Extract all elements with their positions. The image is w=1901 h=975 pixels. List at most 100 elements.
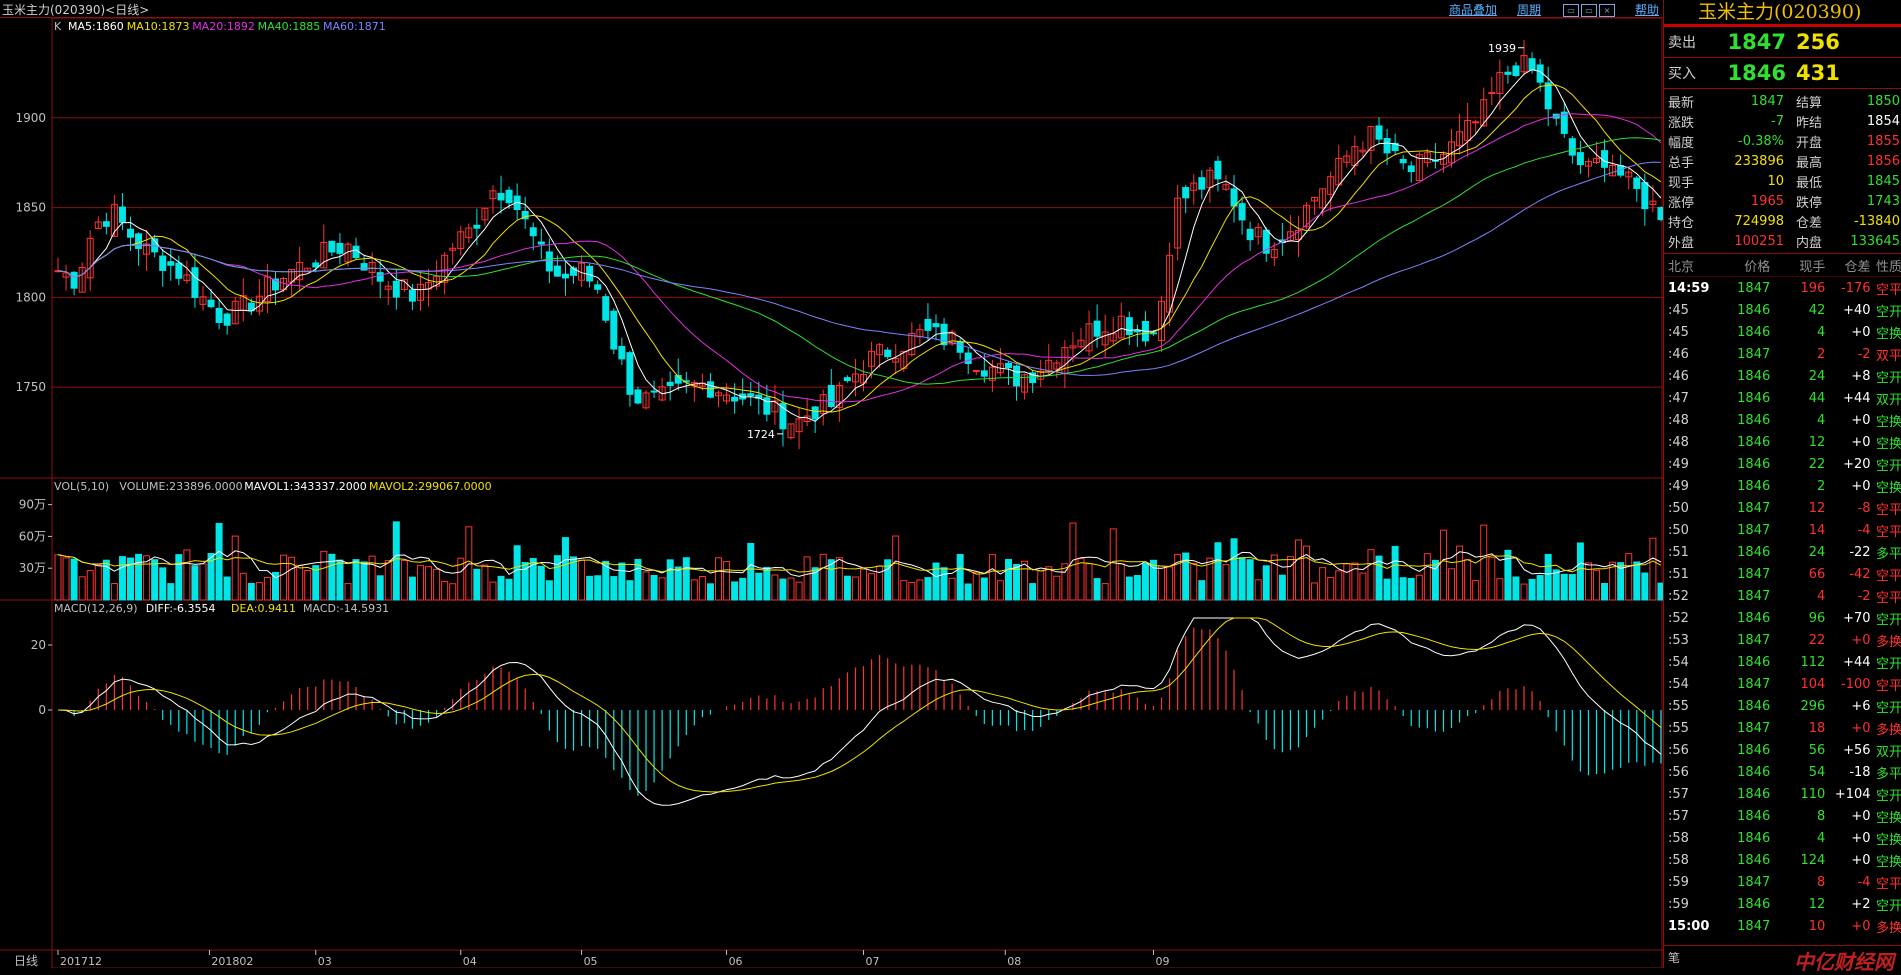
tick-volume: 18 bbox=[1808, 720, 1826, 736]
tick-oi-change: +0 bbox=[1851, 918, 1871, 934]
tick-row[interactable]: :54 1846 112 +44 空开 bbox=[1664, 651, 1901, 673]
macd-y-tick: 20 bbox=[31, 638, 46, 652]
candle bbox=[336, 233, 344, 265]
tick-row[interactable]: :50 1847 12 -8 空平 bbox=[1664, 497, 1901, 519]
tick-row[interactable]: :48 1846 12 +0 空换 bbox=[1664, 431, 1901, 453]
close-icon[interactable]: × bbox=[1598, 4, 1615, 17]
tick-time: :52 bbox=[1668, 610, 1689, 626]
help-link[interactable]: 帮助 bbox=[1635, 1, 1659, 18]
candle bbox=[1004, 360, 1012, 386]
candle-body bbox=[392, 280, 400, 298]
commodity-overlay-link[interactable]: 商品叠加 bbox=[1449, 1, 1497, 18]
candle-body bbox=[191, 267, 199, 298]
candle bbox=[1214, 156, 1222, 192]
candle bbox=[271, 271, 279, 305]
stat-value: 1856 bbox=[1866, 153, 1900, 169]
tick-oi-change: -176 bbox=[1841, 280, 1871, 296]
candle-body bbox=[634, 389, 642, 404]
tick-row[interactable]: :58 1846 124 +0 空换 bbox=[1664, 849, 1901, 871]
tick-oi-change: +44 bbox=[1843, 390, 1871, 406]
candle bbox=[384, 280, 392, 306]
candle-body bbox=[884, 349, 892, 358]
tick-volume: 110 bbox=[1800, 786, 1826, 802]
tick-row[interactable]: :52 1847 4 -2 空平 bbox=[1664, 585, 1901, 607]
tick-row[interactable]: :54 1847 104 -100 空平 bbox=[1664, 673, 1901, 695]
volume-bar bbox=[868, 573, 876, 601]
candle bbox=[183, 260, 191, 284]
tick-row[interactable]: :49 1846 2 +0 空换 bbox=[1664, 475, 1901, 497]
tick-nature: 空开 bbox=[1876, 788, 1901, 804]
maximize-icon[interactable]: ▭ bbox=[1580, 4, 1597, 17]
tick-row[interactable]: :46 1846 24 +8 空开 bbox=[1664, 365, 1901, 387]
candle bbox=[352, 237, 360, 260]
tick-time: :47 bbox=[1668, 390, 1689, 406]
tick-nature: 空开 bbox=[1876, 304, 1901, 320]
tick-oi-change: +8 bbox=[1851, 368, 1871, 384]
candle-body bbox=[1246, 228, 1254, 241]
tick-time: :51 bbox=[1668, 566, 1689, 582]
tick-row[interactable]: :57 1846 110 +104 空开 bbox=[1664, 783, 1901, 805]
tick-row[interactable]: :46 1847 2 -2 双平 bbox=[1664, 343, 1901, 365]
volume-bar bbox=[1141, 562, 1149, 601]
candle bbox=[916, 324, 924, 345]
tick-row[interactable]: :51 1847 66 -42 空平 bbox=[1664, 563, 1901, 585]
candle bbox=[819, 389, 827, 426]
tick-row[interactable]: :49 1846 22 +20 空开 bbox=[1664, 453, 1901, 475]
volume-bar bbox=[1190, 562, 1198, 601]
candle bbox=[126, 216, 134, 251]
candle-body bbox=[1013, 365, 1021, 387]
candle bbox=[529, 222, 537, 251]
volume-bar bbox=[110, 583, 118, 601]
tick-row[interactable]: :56 1846 56 +56 双开 bbox=[1664, 739, 1901, 761]
tick-time: :57 bbox=[1668, 808, 1689, 824]
tick-row[interactable]: :48 1846 4 +0 空换 bbox=[1664, 409, 1901, 431]
tick-row[interactable]: :56 1846 54 -18 多平 bbox=[1664, 761, 1901, 783]
restore-icon[interactable]: ▭ bbox=[1562, 4, 1579, 17]
vol-legend: MAVOL1:343337.2000 bbox=[244, 480, 367, 493]
tick-price: 1847 bbox=[1737, 676, 1771, 692]
tick-row[interactable]: :45 1846 42 +40 空开 bbox=[1664, 299, 1901, 321]
tick-row[interactable]: :47 1846 44 +44 双开 bbox=[1664, 387, 1901, 409]
tick-row[interactable]: :52 1846 96 +70 空开 bbox=[1664, 607, 1901, 629]
volume-bar bbox=[304, 570, 312, 601]
tick-row[interactable]: :51 1846 24 -22 多平 bbox=[1664, 541, 1901, 563]
volume-bar bbox=[231, 535, 239, 601]
tick-price: 1847 bbox=[1737, 918, 1771, 934]
buy-label: 买入 bbox=[1668, 66, 1696, 82]
tick-row[interactable]: 14:59 1847 196 -176 空平 bbox=[1664, 277, 1901, 299]
volume-bar bbox=[610, 576, 618, 601]
candle-body bbox=[553, 265, 561, 277]
footer-label[interactable]: 笔 bbox=[1668, 949, 1680, 966]
tick-row[interactable]: :45 1846 4 +0 空换 bbox=[1664, 321, 1901, 343]
tick-row[interactable]: :53 1847 22 +0 多换 bbox=[1664, 629, 1901, 651]
volume-bar bbox=[972, 571, 980, 601]
tick-list[interactable]: 14:59 1847 196 -176 空平:45 1846 42 +40 空开:45 1846 4… bbox=[1664, 277, 1901, 937]
volume-bar bbox=[191, 565, 199, 601]
tick-oi-change: +0 bbox=[1851, 808, 1871, 824]
tick-oi-change: +20 bbox=[1843, 456, 1871, 472]
tick-volume: 56 bbox=[1808, 742, 1826, 758]
volume-bar bbox=[1423, 553, 1431, 601]
chart-area[interactable]: 1900 1850 1800 1750 K MA5:1860 MA10:1873 MA20:1… bbox=[0, 18, 1663, 968]
candle-body bbox=[972, 369, 980, 372]
tick-row[interactable]: :59 1846 12 +2 空开 bbox=[1664, 893, 1901, 915]
candle bbox=[296, 246, 304, 292]
vol-y-tick: 60万 bbox=[19, 529, 46, 543]
tick-row[interactable]: :58 1846 4 +0 空换 bbox=[1664, 827, 1901, 849]
tick-row[interactable]: :59 1847 8 -4 空平 bbox=[1664, 871, 1901, 893]
tick-volume: 8 bbox=[1817, 808, 1826, 824]
volume-bar bbox=[731, 581, 739, 601]
candle bbox=[239, 278, 247, 322]
volume-bar bbox=[54, 554, 62, 601]
period-link[interactable]: 周期 bbox=[1517, 1, 1541, 18]
volume-bar bbox=[1198, 580, 1206, 601]
volume-bar bbox=[1512, 576, 1520, 601]
tick-time: :45 bbox=[1668, 302, 1689, 318]
volume-bar bbox=[916, 579, 924, 601]
tick-row[interactable]: :55 1847 18 +0 多换 bbox=[1664, 717, 1901, 739]
tick-row[interactable]: :50 1847 14 -4 空平 bbox=[1664, 519, 1901, 541]
tick-row[interactable]: :57 1846 8 +0 空换 bbox=[1664, 805, 1901, 827]
tick-row[interactable]: 15:00 1847 10 +0 多换 bbox=[1664, 915, 1901, 937]
mavol1-line bbox=[57, 550, 1662, 579]
tick-row[interactable]: :55 1846 296 +6 空开 bbox=[1664, 695, 1901, 717]
